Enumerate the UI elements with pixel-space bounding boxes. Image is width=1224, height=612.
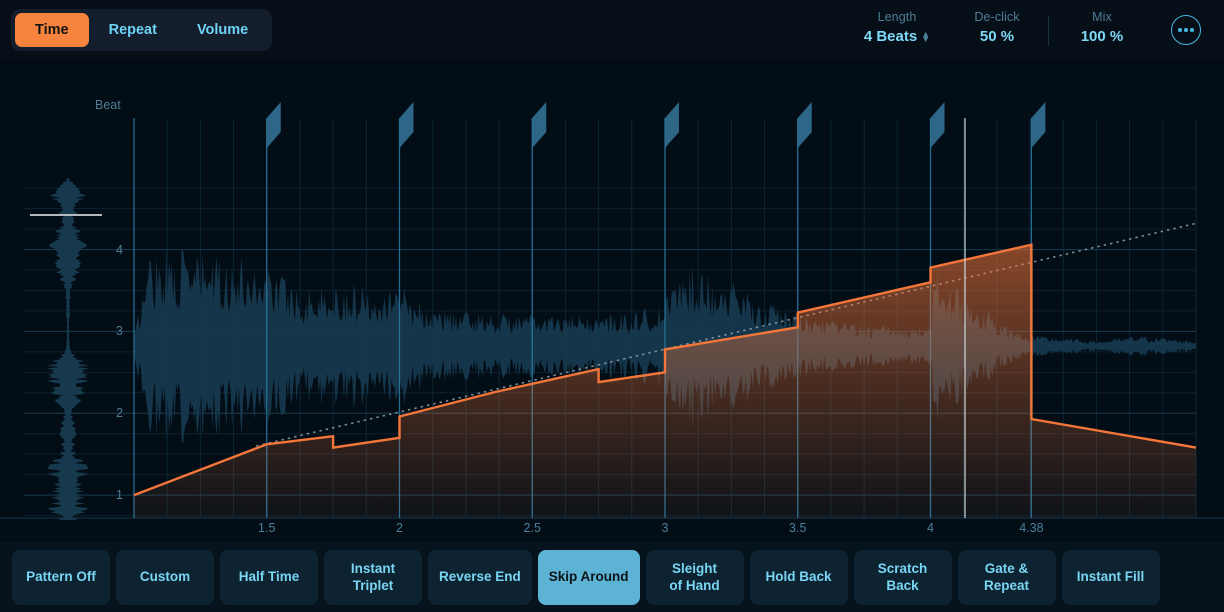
preset-hold-back[interactable]: Hold Back [749,550,848,605]
preset-label: Gate & Repeat [984,561,1030,593]
param-value-text: 4 Beats [863,27,918,45]
beat-flag-icon [399,102,414,148]
chevron-updown-icon[interactable]: ▲ ▼ [921,30,930,44]
waveform-chart[interactable]: Beat 1234 1.5 2 2.5 3 3.5 4 4.38 [0,60,1224,542]
beat-flag-icon [665,102,679,148]
param-value[interactable]: 4 Beats ▲ ▼ [864,28,930,47]
param-mix[interactable]: Mix 100 % [1042,10,1162,46]
preset-sleight-of-hand[interactable]: Sleight of Hand [645,550,744,605]
time-warp-editor: Time Repeat Volume Length 4 Beats ▲ ▼ De-click… [0,0,1224,612]
param-label: De-click [974,10,1020,24]
x-tick-3: 3 [661,521,669,535]
preset-label: Reverse End [439,569,521,585]
beat-flag-icon [266,102,281,148]
preset-label: Skip Around [548,569,629,585]
param-value[interactable]: 50 % [980,28,1014,47]
y-tick-2: 2 [116,406,123,421]
preset-label: Pattern Off [26,569,96,585]
preset-reverse-end[interactable]: Reverse End [428,550,532,605]
dot-icon [1178,28,1182,32]
param-value-text: 50 % [979,27,1015,45]
beat-flag-icon [797,102,812,148]
param-label: Mix [1092,10,1112,24]
x-tick-1.5: 1.5 [258,521,276,535]
more-options-button[interactable] [1171,15,1201,45]
preset-half-time[interactable]: Half Time [220,550,318,605]
preset-label: Instant Triplet [350,561,396,593]
preset-label: Sleight of Hand [669,561,720,593]
preset-instant-triplet[interactable]: Instant Triplet [324,550,422,605]
tab-time[interactable]: Time [15,13,89,47]
param-value[interactable]: 100 % [1081,28,1124,47]
beat-flag-icon [930,102,945,148]
preset-label: Hold Back [765,569,832,585]
x-tick-4: 4 [927,521,934,535]
chart-canvas[interactable] [0,60,1224,542]
preset-gate-repeat[interactable]: Gate & Repeat [957,550,1056,605]
preset-button-row[interactable]: Pattern Off Custom Half Time Instant Triple… [12,550,1160,605]
param-de-click[interactable]: De-click 50 % [937,10,1057,46]
preset-label: Half Time [238,569,300,585]
preset-custom[interactable]: Custom [116,550,214,605]
x-tick-3.5: 3.5 [789,521,807,535]
dot-icon [1184,28,1188,32]
preset-label: Custom [139,569,191,585]
y-tick-4: 4 [116,242,123,257]
tab-repeat[interactable]: Repeat [89,13,177,47]
param-label: Length [877,10,917,24]
x-tick-2: 2 [396,521,403,535]
x-tick-4.38: 4.38 [1019,521,1044,535]
y-tick-1: 1 [116,488,123,503]
beat-flag-markers[interactable] [266,102,1046,148]
preset-instant-fill[interactable]: Instant Fill [1061,550,1160,605]
beat-flag-icon [1031,102,1046,148]
y-tick-3: 3 [116,324,123,339]
dot-icon [1190,28,1194,32]
preset-pattern-off[interactable]: Pattern Off [12,550,110,605]
preset-label: Scratch Back [877,561,928,593]
preset-label: Instant Fill [1076,569,1145,585]
preset-scratch-back[interactable]: Scratch Back [853,550,952,605]
header-divider [1048,16,1049,46]
header-bar: Time Repeat Volume Length 4 Beats ▲ ▼ De-click… [0,0,1224,60]
preset-bar: Pattern Off Custom Half Time Instant Triple… [0,542,1224,612]
mode-segmented-control[interactable]: Time Repeat Volume [11,9,273,51]
param-value-text: 100 % [1080,27,1124,45]
beat-flag-icon [532,102,547,148]
preset-skip-around[interactable]: Skip Around [537,550,640,605]
tab-volume[interactable]: Volume [177,13,268,47]
x-tick-2.5: 2.5 [523,521,541,535]
